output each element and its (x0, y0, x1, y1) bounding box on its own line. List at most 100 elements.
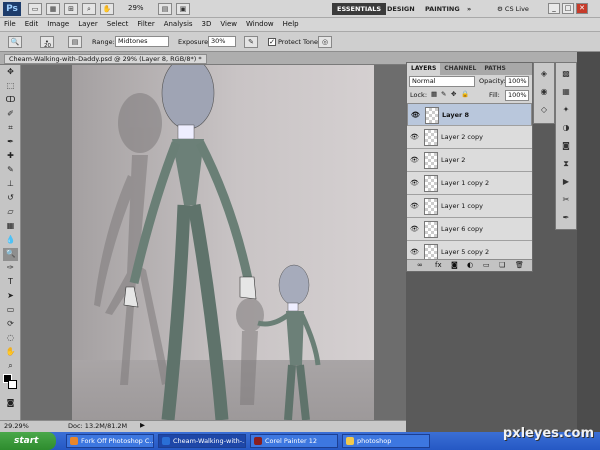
cs-live-button[interactable]: ⚙ CS Live (497, 3, 529, 15)
menu-item-help[interactable]: Help (283, 20, 299, 28)
masks-panel-icon[interactable]: ◙ (558, 139, 574, 153)
channels-panel-icon[interactable]: ◉ (536, 85, 552, 99)
protect-tones-checkbox[interactable]: ✓ (268, 38, 276, 46)
taskbar-task[interactable]: Cheam-Walking-with-... (158, 434, 246, 448)
history-panel-icon[interactable]: ⧗ (558, 157, 574, 171)
zoom-tool-icon[interactable]: ⌕ (3, 360, 18, 373)
more-workspaces-button[interactable]: » (462, 3, 476, 15)
adjustments-panel-icon[interactable]: ◑ (558, 121, 574, 135)
new-group-icon[interactable]: ▭ (483, 261, 490, 269)
brush-panel-icon[interactable]: ▤ (68, 36, 82, 48)
link-layers-icon[interactable]: ∞ (417, 261, 423, 269)
history-brush-tool-icon[interactable]: ↺ (3, 192, 18, 205)
menu-item-window[interactable]: Window (246, 20, 274, 28)
color-panel-icon[interactable]: ▩ (558, 67, 574, 81)
lock-all-icon[interactable]: 🔒 (461, 90, 469, 98)
taskbar-task[interactable]: Fork Off Photoshop C... (66, 434, 154, 448)
menu-item-3d[interactable]: 3D (202, 20, 212, 28)
layers-panel-icon[interactable]: ◈ (536, 67, 552, 81)
layer-row[interactable]: 👁 Layer 2 copy (407, 126, 532, 149)
marquee-tool-icon[interactable]: ⬚ (3, 80, 18, 93)
adjustment-layer-icon[interactable]: ◐ (467, 261, 473, 269)
layer-row[interactable]: 👁 Layer 8 (407, 103, 532, 126)
airbrush-icon[interactable]: ✎ (244, 36, 258, 48)
swatches-panel-icon[interactable]: ▦ (558, 85, 574, 99)
close-button[interactable]: ✕ (576, 3, 588, 14)
workspace-painting[interactable]: PAINTING (420, 3, 465, 15)
bridge-icon[interactable]: ▭ (28, 3, 42, 15)
crop-tool-icon[interactable]: ⌗ (3, 122, 18, 135)
document-tab[interactable]: Cheam-Walking-with-Daddy.psd @ 29% (Laye… (4, 54, 207, 64)
menu-item-layer[interactable]: Layer (78, 20, 98, 28)
healing-brush-tool-icon[interactable]: ✚ (3, 150, 18, 163)
shape-tool-icon[interactable]: ▭ (3, 304, 18, 317)
brush-presets-icon[interactable]: ✒ (558, 211, 574, 225)
layer-style-icon[interactable]: fx (435, 261, 442, 269)
visibility-eye-icon[interactable]: 👁 (410, 156, 419, 164)
new-layer-icon[interactable]: ❏ (499, 261, 505, 269)
visibility-eye-icon[interactable]: 👁 (410, 133, 419, 141)
layer-row[interactable]: 👁 Layer 1 copy 2 (407, 172, 532, 195)
mini-bridge-icon[interactable]: ▦ (46, 3, 60, 15)
minimize-button[interactable]: _ (548, 3, 560, 14)
layer-row[interactable]: 👁 Layer 5 copy 2 (407, 241, 532, 259)
brush-tool-icon[interactable]: ✎ (3, 164, 18, 177)
styles-panel-icon[interactable]: ✦ (558, 103, 574, 117)
blur-tool-icon[interactable]: 💧 (3, 234, 18, 247)
fill-input[interactable]: 100% (505, 90, 529, 101)
quick-mask-icon[interactable]: ◙ (3, 397, 18, 410)
workspace-design[interactable]: DESIGN (382, 3, 420, 15)
visibility-eye-icon[interactable]: 👁 (410, 225, 419, 233)
gradient-tool-icon[interactable]: ▦ (3, 220, 18, 233)
maximize-button[interactable]: □ (562, 3, 574, 14)
status-menu-arrow-icon[interactable]: ▶ (140, 421, 145, 429)
layer-row[interactable]: 👁 Layer 1 copy (407, 195, 532, 218)
eraser-tool-icon[interactable]: ▱ (3, 206, 18, 219)
actions-panel-icon[interactable]: ▶ (558, 175, 574, 189)
move-tool-icon[interactable]: ✥ (3, 66, 18, 79)
opacity-input[interactable]: 100% (505, 76, 529, 87)
visibility-eye-icon[interactable]: 👁 (410, 179, 419, 187)
pressure-icon[interactable]: ◎ (318, 36, 332, 48)
lasso-tool-icon[interactable]: ↀ (3, 94, 18, 107)
zoom-level-icon[interactable]: ⌕ (82, 3, 96, 15)
eyedropper-tool-icon[interactable]: ✒ (3, 136, 18, 149)
quick-select-tool-icon[interactable]: ✐ (3, 108, 18, 121)
menu-item-analysis[interactable]: Analysis (164, 20, 193, 28)
add-mask-icon[interactable]: ◙ (451, 261, 458, 269)
lock-position-icon[interactable]: ✥ (451, 90, 456, 98)
range-select[interactable]: Midtones (115, 36, 169, 47)
zoom-level[interactable]: 29% (128, 4, 144, 12)
arrange-documents-icon[interactable]: ▤ (158, 3, 172, 15)
taskbar-task[interactable]: photoshop (342, 434, 430, 448)
menu-item-edit[interactable]: Edit (25, 20, 39, 28)
visibility-eye-icon[interactable]: 👁 (410, 202, 419, 210)
lock-image-icon[interactable]: ✎ (441, 90, 446, 98)
tab-channel[interactable]: CHANNEL (440, 63, 480, 75)
menu-item-filter[interactable]: Filter (137, 20, 154, 28)
blend-mode-select[interactable]: Normal (409, 76, 475, 87)
exposure-input[interactable]: 30% (208, 36, 236, 47)
document-canvas[interactable] (72, 65, 374, 420)
hand-tool-icon[interactable]: ✋ (3, 346, 18, 359)
tools-presets-icon[interactable]: ✂ (558, 193, 574, 207)
layer-row[interactable]: 👁 Layer 2 (407, 149, 532, 172)
3d-orbit-tool-icon[interactable]: ◌ (3, 332, 18, 345)
layer-row[interactable]: 👁 Layer 6 copy (407, 218, 532, 241)
start-button[interactable]: start (0, 432, 56, 450)
lock-transparent-icon[interactable]: ▦ (431, 90, 437, 98)
menu-item-image[interactable]: Image (47, 20, 69, 28)
screen-mode-icon[interactable]: ▣ (176, 3, 190, 15)
hand-tool-icon[interactable]: ✋ (100, 3, 114, 15)
zoom-readout[interactable]: 29.29% (4, 422, 29, 430)
taskbar-task[interactable]: Corel Painter 12 (250, 434, 338, 448)
clone-stamp-tool-icon[interactable]: ⊥ (3, 178, 18, 191)
dodge-tool-preset-icon[interactable]: 🔍 (8, 36, 22, 48)
dodge-tool-icon[interactable]: 🔍 (3, 248, 18, 261)
menu-item-view[interactable]: View (220, 20, 237, 28)
tab-paths[interactable]: PATHS (480, 63, 509, 75)
paths-panel-icon[interactable]: ◇ (536, 103, 552, 117)
delete-layer-icon[interactable]: 🗑 (515, 261, 524, 269)
color-swatches-icon[interactable] (3, 374, 18, 396)
menu-item-file[interactable]: File (4, 20, 16, 28)
